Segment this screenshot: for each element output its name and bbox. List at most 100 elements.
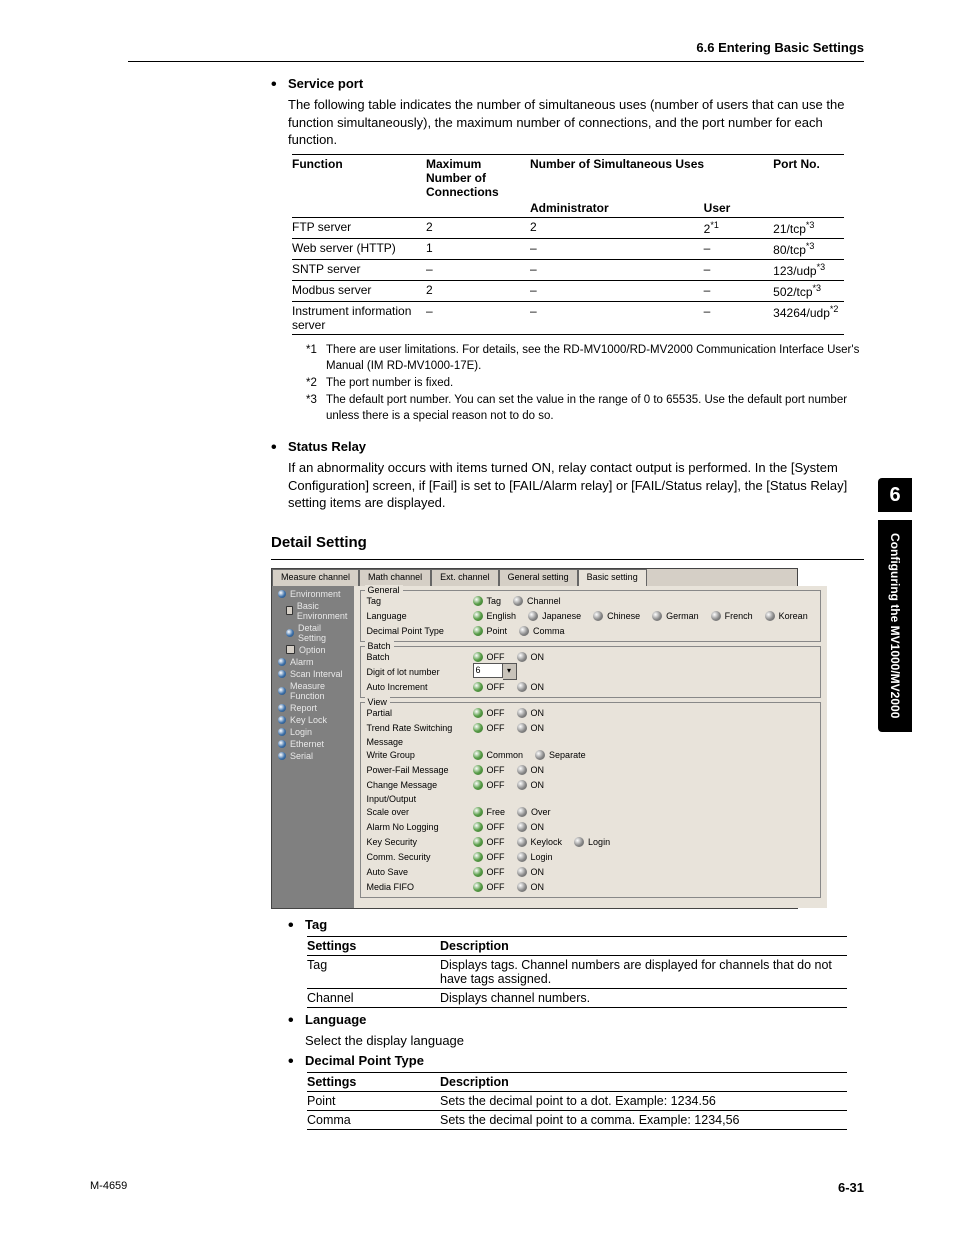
radio-icon[interactable] bbox=[473, 652, 483, 662]
settings-tab[interactable]: General setting bbox=[499, 569, 578, 586]
table-row: CommaSets the decimal point to a comma. … bbox=[303, 1112, 851, 1128]
service-port-heading: Service port bbox=[288, 76, 363, 94]
footer-page-number: 6-31 bbox=[838, 1180, 864, 1195]
radio-icon[interactable] bbox=[528, 611, 538, 621]
radio-icon[interactable] bbox=[765, 611, 775, 621]
radio-icon[interactable] bbox=[517, 837, 527, 847]
radio-icon[interactable] bbox=[535, 750, 545, 760]
view-fieldset: View PartialOFFONTrend Rate SwitchingOFF… bbox=[360, 702, 821, 898]
tree-item-label: Environment bbox=[290, 589, 341, 599]
page-header: 6.6 Entering Basic Settings bbox=[128, 40, 864, 55]
radio-icon[interactable] bbox=[473, 852, 483, 862]
tree-item[interactable]: Detail Setting bbox=[272, 622, 354, 644]
digit-select[interactable]: 6▾ bbox=[473, 663, 517, 680]
radio-icon[interactable] bbox=[473, 765, 483, 775]
tree-item-label: Measure Function bbox=[290, 681, 350, 701]
radio-icon[interactable] bbox=[517, 780, 527, 790]
radio-icon[interactable] bbox=[473, 807, 483, 817]
radio-icon[interactable] bbox=[513, 596, 523, 606]
radio-icon[interactable] bbox=[473, 611, 483, 621]
settings-tab[interactable]: Measure channel bbox=[272, 569, 359, 586]
radio-icon[interactable] bbox=[517, 708, 527, 718]
tree-item-label: Detail Setting bbox=[298, 623, 350, 643]
table-row: Modbus server2––502/tcp*3 bbox=[288, 282, 848, 300]
tag-heading: Tag bbox=[305, 917, 327, 935]
detail-setting-heading: Detail Setting bbox=[271, 534, 864, 551]
table-row: FTP server222*121/tcp*3 bbox=[288, 219, 848, 237]
radio-icon[interactable] bbox=[574, 837, 584, 847]
table-row: Web server (HTTP)1––80/tcp*3 bbox=[288, 240, 848, 258]
tree-item-label: Option bbox=[299, 645, 326, 655]
radio-icon[interactable] bbox=[473, 708, 483, 718]
radio-icon[interactable] bbox=[473, 867, 483, 877]
status-relay-paragraph: If an abnormality occurs with items turn… bbox=[288, 459, 864, 512]
tree-item[interactable]: Environment bbox=[272, 588, 354, 600]
radio-icon[interactable] bbox=[652, 611, 662, 621]
tree-item-label: Scan Interval bbox=[290, 669, 343, 679]
tree-item[interactable]: Ethernet bbox=[272, 738, 354, 750]
radio-icon[interactable] bbox=[473, 723, 483, 733]
radio-icon[interactable] bbox=[519, 626, 529, 636]
radio-icon[interactable] bbox=[473, 750, 483, 760]
tree-item[interactable]: Key Lock bbox=[272, 714, 354, 726]
bullet-icon: • bbox=[271, 439, 288, 457]
sphere-icon bbox=[278, 670, 286, 678]
radio-label: OFF bbox=[487, 852, 505, 862]
setting-row: Auto IncrementOFFON bbox=[367, 680, 816, 694]
tree-item[interactable]: Serial bbox=[272, 750, 354, 762]
setting-label: Key Security bbox=[367, 837, 469, 847]
decimal-heading: Decimal Point Type bbox=[305, 1053, 424, 1071]
setting-row: Trend Rate SwitchingOFFON bbox=[367, 721, 816, 735]
radio-icon[interactable] bbox=[517, 723, 527, 733]
settings-tab[interactable]: Ext. channel bbox=[431, 569, 499, 586]
radio-label: ON bbox=[531, 822, 545, 832]
bullet-icon: • bbox=[271, 76, 288, 94]
radio-icon[interactable] bbox=[517, 765, 527, 775]
radio-label: Login bbox=[531, 852, 553, 862]
radio-icon[interactable] bbox=[517, 822, 527, 832]
radio-icon[interactable] bbox=[473, 780, 483, 790]
tree-item[interactable]: Scan Interval bbox=[272, 668, 354, 680]
radio-label: Common bbox=[487, 750, 524, 760]
radio-icon[interactable] bbox=[473, 626, 483, 636]
settings-tab[interactable]: Basic setting bbox=[578, 569, 647, 586]
language-heading-row: • Language bbox=[288, 1012, 864, 1030]
radio-label: Chinese bbox=[607, 611, 640, 621]
radio-icon[interactable] bbox=[517, 652, 527, 662]
cube-icon bbox=[286, 606, 293, 615]
radio-icon[interactable] bbox=[473, 837, 483, 847]
radio-icon[interactable] bbox=[517, 867, 527, 877]
radio-icon[interactable] bbox=[473, 682, 483, 692]
setting-row: Media FIFOOFFON bbox=[367, 880, 816, 894]
tree-item[interactable]: Login bbox=[272, 726, 354, 738]
radio-icon[interactable] bbox=[711, 611, 721, 621]
table-header-row: Settings Description bbox=[303, 938, 851, 954]
tree-item[interactable]: Measure Function bbox=[272, 680, 354, 702]
header-rule bbox=[128, 61, 864, 62]
setting-label: Auto Increment bbox=[367, 682, 469, 692]
radio-icon[interactable] bbox=[473, 882, 483, 892]
cube-icon bbox=[286, 645, 295, 654]
radio-icon[interactable] bbox=[517, 882, 527, 892]
service-port-notes: *1There are user limitations. For detail… bbox=[306, 342, 864, 425]
sphere-icon bbox=[278, 716, 286, 724]
tree-item[interactable]: Alarm bbox=[272, 656, 354, 668]
radio-icon[interactable] bbox=[517, 852, 527, 862]
language-heading: Language bbox=[305, 1012, 366, 1030]
setting-label: Media FIFO bbox=[367, 882, 469, 892]
radio-icon[interactable] bbox=[517, 682, 527, 692]
radio-icon[interactable] bbox=[473, 596, 483, 606]
tree-item[interactable]: Basic Environment bbox=[272, 600, 354, 622]
radio-label: Point bbox=[487, 626, 508, 636]
settings-tab[interactable]: Math channel bbox=[359, 569, 431, 586]
note-row: *1There are user limitations. For detail… bbox=[306, 342, 864, 375]
radio-icon[interactable] bbox=[593, 611, 603, 621]
tree-item[interactable]: Option bbox=[272, 644, 354, 656]
radio-icon[interactable] bbox=[473, 822, 483, 832]
radio-label: OFF bbox=[487, 837, 505, 847]
radio-label: OFF bbox=[487, 780, 505, 790]
chapter-tab-number: 6 bbox=[878, 478, 912, 512]
tree-item[interactable]: Report bbox=[272, 702, 354, 714]
radio-icon[interactable] bbox=[517, 807, 527, 817]
table-row: ChannelDisplays channel numbers. bbox=[303, 990, 851, 1006]
